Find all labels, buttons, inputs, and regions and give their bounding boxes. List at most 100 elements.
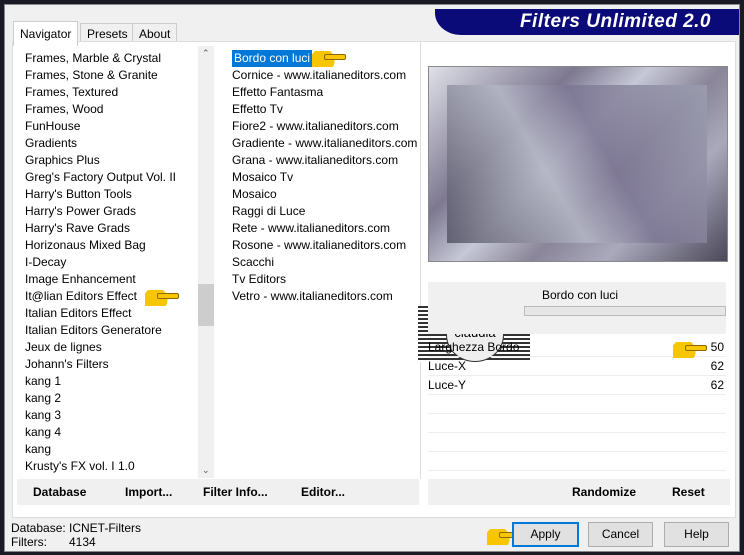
empty-parameter-row [428, 414, 726, 433]
navigator-panel: Frames, Marble & Crystal Frames, Stone & … [12, 41, 736, 518]
app-title: Filters Unlimited 2.0 [519, 11, 711, 32]
parameter-value: 62 [710, 359, 724, 373]
filter-item[interactable]: Rete - www.italianeditors.com [230, 220, 420, 237]
filter-item[interactable]: Mosaico [230, 186, 420, 203]
scrollbar-thumb[interactable] [198, 284, 214, 326]
category-item[interactable]: Frames, Wood [23, 101, 198, 118]
database-label: Database: [11, 521, 66, 535]
category-item[interactable]: Harry's Button Tools [23, 186, 198, 203]
filter-item[interactable]: Rosone - www.italianeditors.com [230, 237, 420, 254]
filter-label: Effetto Tv [232, 102, 283, 116]
category-item[interactable]: kang 2 [23, 390, 198, 407]
pointing-hand-icon [312, 51, 346, 67]
title-banner: Filters Unlimited 2.0 [435, 9, 739, 35]
category-item[interactable]: Harry's Rave Grads [23, 220, 198, 237]
scroll-down-icon[interactable]: ⌄ [202, 465, 210, 476]
preview-image [428, 66, 728, 262]
filter-item[interactable]: Effetto Tv [230, 101, 420, 118]
category-item[interactable]: Harry's Power Grads [23, 203, 198, 220]
parameter-label: Luce-Y [428, 378, 467, 392]
category-item[interactable]: kang 3 [23, 407, 198, 424]
filter-label: Scacchi [232, 255, 275, 269]
filter-item[interactable]: Mosaico Tv [230, 169, 420, 186]
filter-label: Mosaico Tv [232, 170, 294, 184]
parameter-list: Larghezza Bordo 50 Luce-X 62 Luce-Y 62 [428, 338, 726, 490]
filter-item[interactable]: Tv Editors [230, 271, 420, 288]
filter-item[interactable]: Vetro - www.italianeditors.com [230, 288, 420, 305]
category-item[interactable]: kang 4 [23, 424, 198, 441]
pointing-hand-icon [145, 290, 179, 306]
filter-item[interactable]: Bordo con luci [230, 50, 420, 67]
parameter-label: Luce-X [428, 359, 467, 373]
parameter-slider[interactable]: Luce-Y 62 [428, 376, 726, 395]
category-item[interactable]: kang 1 [23, 373, 198, 390]
filter-label: Fiore2 - www.italianeditors.com [232, 119, 399, 133]
import-button[interactable]: Import... [125, 485, 172, 499]
filter-item[interactable]: Cornice - www.italianeditors.com [230, 67, 420, 84]
filter-label: Bordo con luci [232, 50, 313, 67]
filter-item[interactable]: Raggi di Luce [230, 203, 420, 220]
filter-item[interactable]: Grana - www.italianeditors.com [230, 152, 420, 169]
cancel-button[interactable]: Cancel [588, 522, 653, 547]
category-item[interactable]: kang [23, 441, 198, 458]
category-item[interactable]: Horizonaus Mixed Bag [23, 237, 198, 254]
category-item[interactable]: Jeux de lignes [23, 339, 198, 356]
filter-item[interactable]: Scacchi [230, 254, 420, 271]
status-area: Database: ICNET-Filters Filters: 4134 [11, 521, 141, 549]
filters-unlimited-window: Filters Unlimited 2.0 Navigator Presets … [4, 4, 740, 552]
category-item[interactable]: FunHouse [23, 118, 198, 135]
filter-label: Raggi di Luce [232, 204, 306, 218]
left-button-bar: Database Import... Filter Info... Editor… [17, 479, 419, 505]
category-item[interactable]: Gradients [23, 135, 198, 152]
filters-count: 4134 [69, 535, 96, 549]
scroll-up-icon[interactable]: ⌃ [202, 48, 210, 59]
category-item[interactable]: Image Enhancement [23, 271, 198, 288]
pointing-hand-icon [673, 342, 707, 358]
filter-name-box: Bordo con luci [428, 282, 726, 334]
help-button[interactable]: Help [664, 522, 729, 547]
filter-list[interactable]: Bordo con luci Cornice - www.italianedito… [230, 50, 420, 305]
filter-label: Tv Editors [232, 272, 287, 286]
category-item[interactable]: Frames, Textured [23, 84, 198, 101]
filter-label: Mosaico [232, 187, 277, 201]
filter-item[interactable]: Gradiente - www.italianeditors.com [230, 135, 420, 152]
database-button[interactable]: Database [33, 485, 86, 499]
right-button-bar: Randomize Reset [428, 479, 730, 505]
category-item[interactable]: Graphics Plus [23, 152, 198, 169]
database-value: ICNET-Filters [69, 521, 141, 535]
filter-label: Cornice - www.italianeditors.com [232, 68, 407, 82]
filter-label: Vetro - www.italianeditors.com [232, 289, 393, 303]
empty-parameter-row [428, 433, 726, 452]
category-item[interactable]: Frames, Marble & Crystal [23, 50, 198, 67]
empty-parameter-row [428, 452, 726, 471]
category-item[interactable]: Johann's Filters [23, 356, 198, 373]
category-item[interactable]: Krusty's FX vol. I 1.0 [23, 458, 198, 475]
filters-label: Filters: [11, 535, 47, 549]
randomize-button[interactable]: Randomize [572, 485, 636, 499]
category-item[interactable]: Italian Editors Generatore [23, 322, 198, 339]
empty-parameter-row [428, 395, 726, 414]
parameter-label: Larghezza Bordo [428, 340, 520, 354]
editor-button[interactable]: Editor... [301, 485, 345, 499]
filter-label: Rete - www.italianeditors.com [232, 221, 391, 235]
parameter-value: 50 [710, 340, 724, 354]
parameter-value: 62 [710, 378, 724, 392]
selected-filter-name: Bordo con luci [542, 288, 619, 302]
category-scrollbar[interactable]: ⌃ ⌄ [198, 46, 214, 478]
category-list[interactable]: Frames, Marble & Crystal Frames, Stone & … [23, 50, 198, 478]
filter-label: Grana - www.italianeditors.com [232, 153, 399, 167]
filter-label: Gradiente - www.italianeditors.com [232, 136, 418, 150]
apply-button[interactable]: Apply [512, 522, 579, 547]
category-item[interactable]: I-Decay [23, 254, 198, 271]
tab-navigator[interactable]: Navigator [13, 21, 79, 46]
reset-button[interactable]: Reset [672, 485, 705, 499]
filter-info-button[interactable]: Filter Info... [203, 485, 268, 499]
filter-label: Rosone - www.italianeditors.com [232, 238, 407, 252]
category-item[interactable]: Greg's Factory Output Vol. II [23, 169, 198, 186]
filter-item[interactable]: Effetto Fantasma [230, 84, 420, 101]
category-item[interactable]: Frames, Stone & Granite [23, 67, 198, 84]
filter-item[interactable]: Fiore2 - www.italianeditors.com [230, 118, 420, 135]
parameter-slider[interactable]: Luce-X 62 [428, 357, 726, 376]
filter-label: Effetto Fantasma [232, 85, 324, 99]
category-item[interactable]: Italian Editors Effect [23, 305, 198, 322]
